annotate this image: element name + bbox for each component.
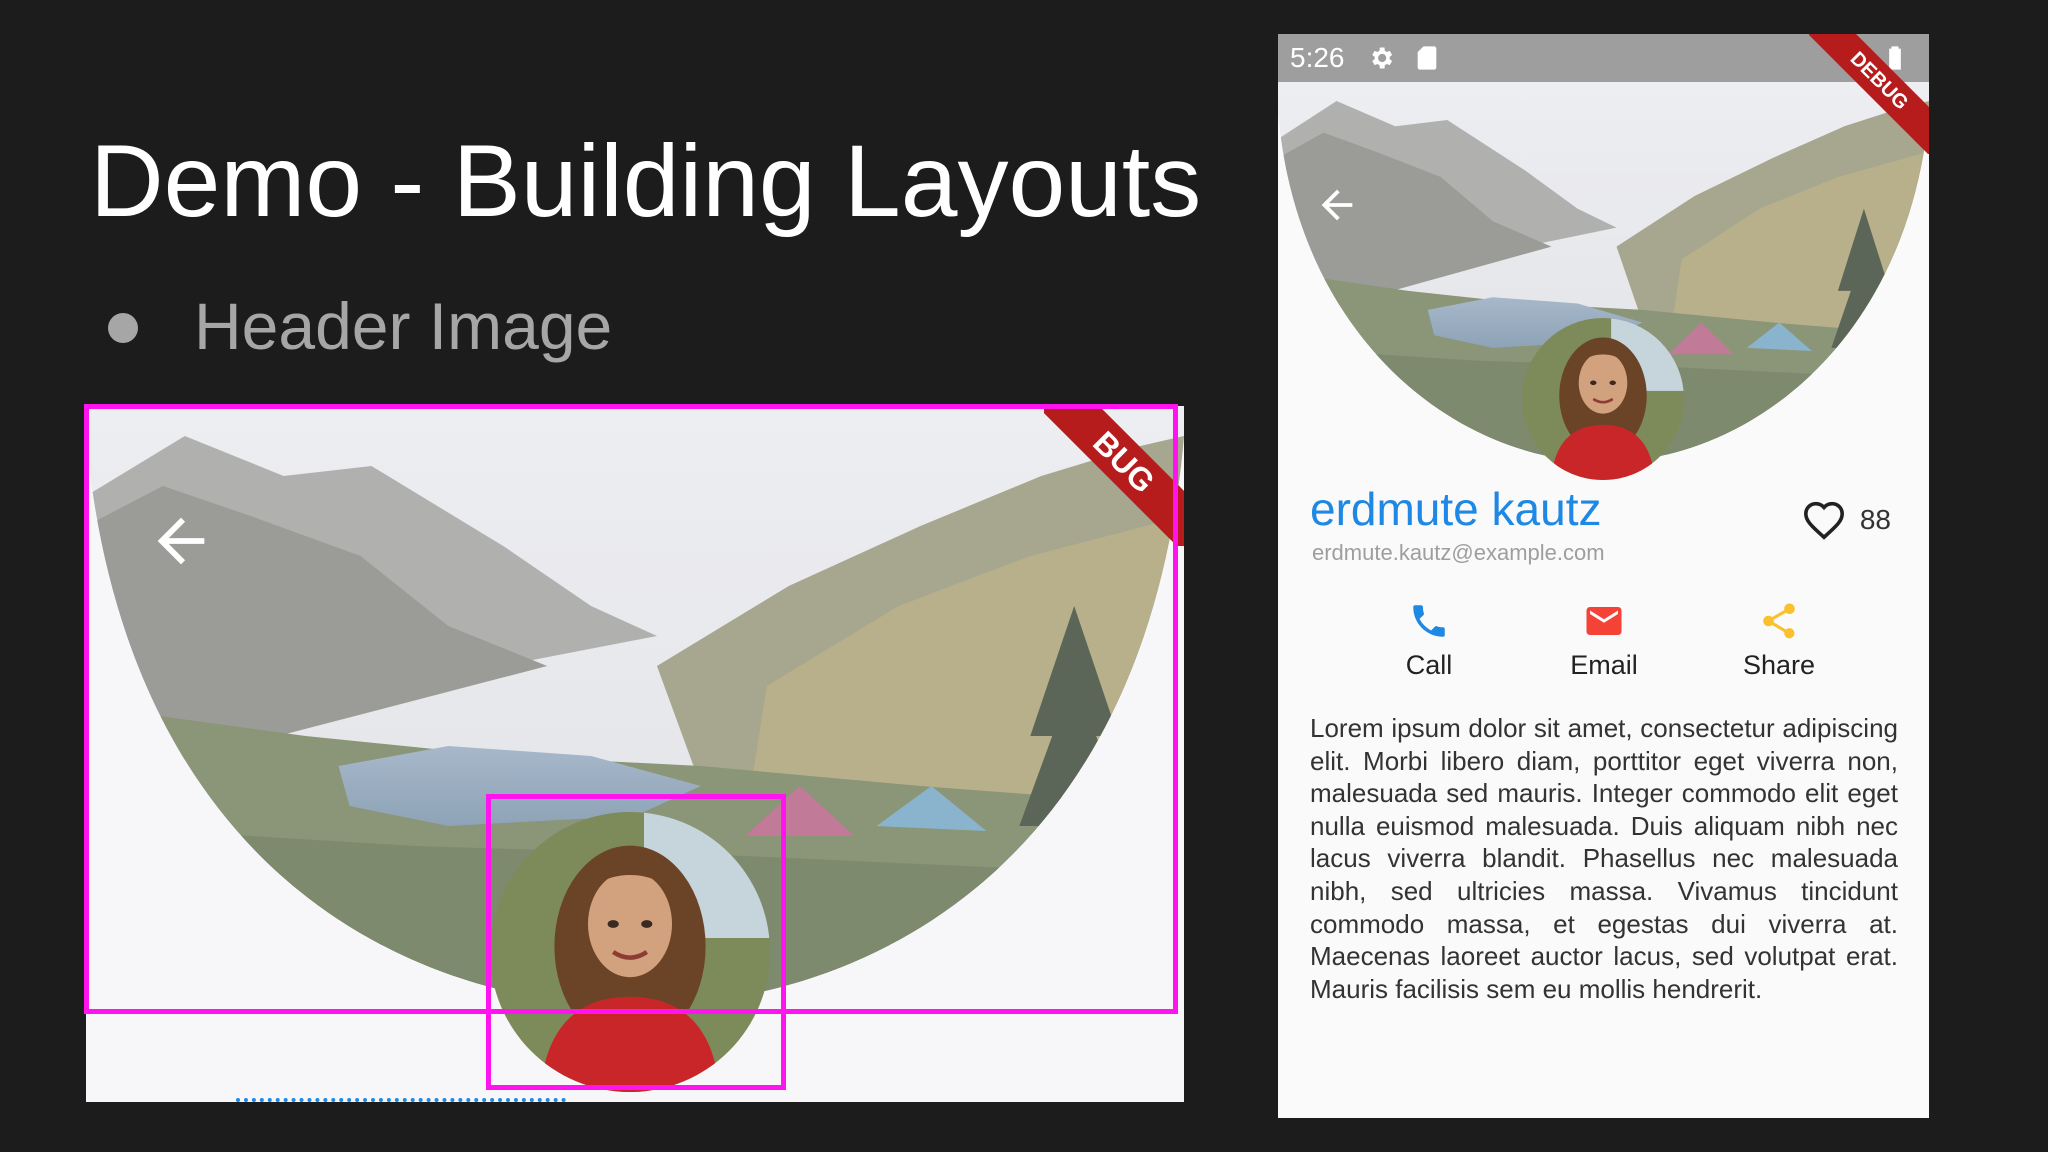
arrow-back-icon[interactable] [1314, 182, 1360, 228]
name-text-stub [236, 1098, 566, 1102]
email-button[interactable]: Email [1549, 600, 1659, 681]
action-row: Call Email Share [1374, 600, 1834, 681]
phone-screen: 5:26 DEBUG erdmute kautz erdmute.kautz@e… [1278, 34, 1929, 1118]
email-label: Email [1570, 650, 1638, 680]
battery-icon [1889, 46, 1901, 70]
sd-card-icon [1417, 46, 1436, 70]
status-time: 5:26 [1290, 42, 1345, 73]
arrow-back-icon[interactable] [146, 506, 216, 576]
call-label: Call [1405, 650, 1453, 680]
share-label: Share [1742, 650, 1816, 680]
heart-outline-icon[interactable] [1802, 500, 1846, 540]
slide-title: Demo - Building Layouts [90, 124, 1202, 238]
zoom-panel: BUG [86, 406, 1184, 1102]
bullet-dot [108, 313, 138, 343]
call-button[interactable]: Call [1374, 600, 1484, 681]
slide-bullet: Header Image [108, 288, 612, 364]
profile-name: erdmute kautz [1310, 483, 1602, 535]
email-icon [1586, 607, 1622, 635]
gear-icon [1371, 47, 1392, 69]
share-button[interactable]: Share [1724, 600, 1834, 681]
like-count: 88 [1859, 504, 1891, 535]
profile-email: erdmute.kautz@example.com [1312, 540, 1605, 565]
phone-icon [1413, 605, 1445, 637]
bullet-label: Header Image [194, 289, 613, 363]
like-button[interactable]: 88 [1802, 500, 1891, 540]
profile-avatar [1522, 318, 1684, 480]
wifi-icon [1835, 46, 1863, 69]
status-bar: 5:26 [1278, 34, 1929, 82]
profile-description: Lorem ipsum dolor sit amet, consectetur … [1310, 713, 1898, 1004]
share-icon [1763, 603, 1795, 639]
zoom-avatar [490, 812, 770, 1092]
status-right-icons [1835, 44, 1909, 72]
